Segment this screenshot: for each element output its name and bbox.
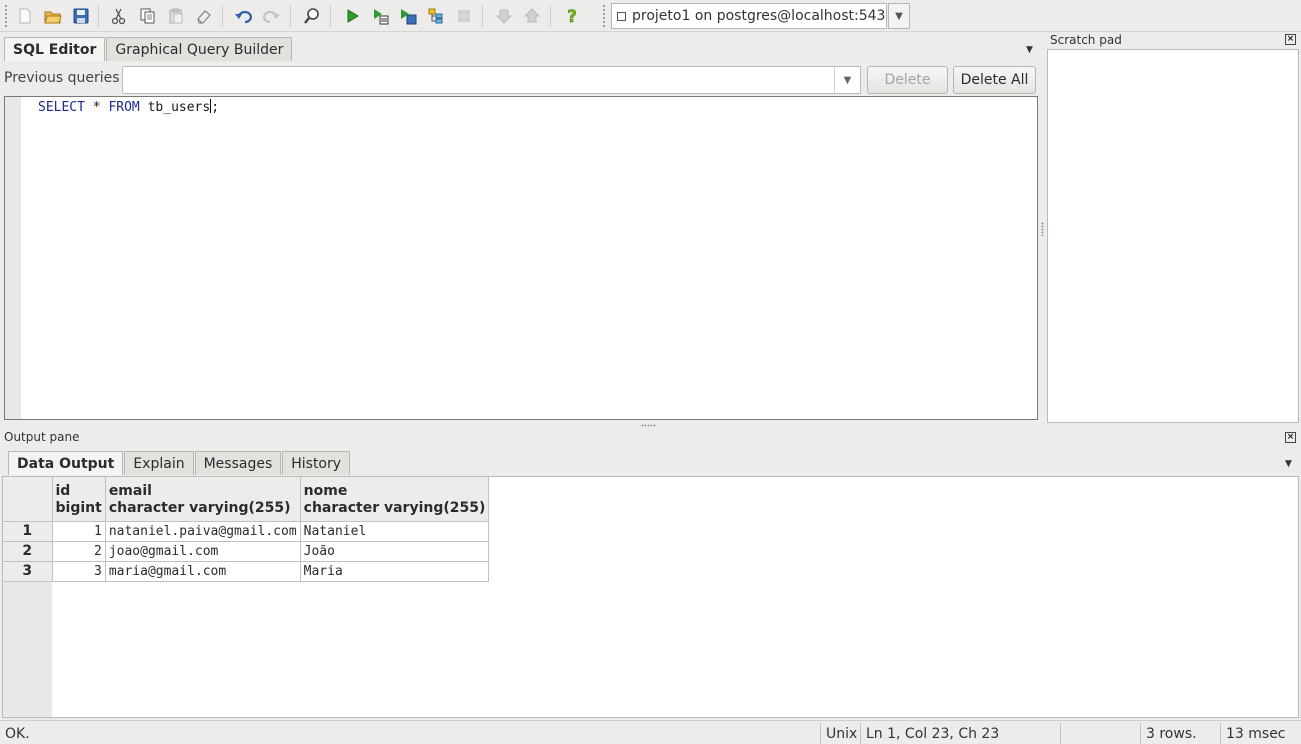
rollback-icon[interactable]	[521, 5, 543, 27]
cell-nome[interactable]: Maria	[300, 561, 490, 582]
editor-tabs: SQL Editor Graphical Query Builder	[4, 37, 293, 61]
cell-id[interactable]: 1	[52, 521, 106, 542]
table-row: 1 1 nataniel.paiva@gmail.com Nataniel	[3, 521, 490, 542]
vertical-splitter[interactable]	[1041, 222, 1044, 236]
copy-icon[interactable]	[137, 5, 159, 27]
row-number[interactable]: 1	[3, 521, 53, 542]
sql-token: *	[84, 100, 109, 115]
paste-icon[interactable]	[165, 5, 187, 27]
commit-icon[interactable]	[493, 5, 515, 27]
cell-nome[interactable]: Nataniel	[300, 521, 490, 542]
connection-dropdown-button[interactable]: ▼	[888, 3, 910, 29]
editor-tabs-menu-icon[interactable]: ▼	[1026, 45, 1033, 55]
result-table: id bigint email character varying(255) nom…	[3, 477, 490, 582]
cell-nome[interactable]: João	[300, 541, 490, 562]
connection-combobox[interactable]: projeto1 on postgres@localhost:5432	[611, 3, 887, 29]
sql-token: ;	[211, 100, 220, 115]
connection-label: projeto1 on postgres@localhost:5432	[632, 8, 887, 24]
cancel-query-icon[interactable]	[453, 5, 475, 27]
tab-sql-editor[interactable]: SQL Editor	[4, 37, 106, 61]
column-name: email	[108, 482, 152, 499]
sql-code-line[interactable]: SELECT * FROM tb_users;	[38, 99, 219, 115]
find-icon[interactable]	[301, 5, 323, 27]
cut-icon[interactable]	[108, 5, 130, 27]
table-header-row: id bigint email character varying(255) nom…	[3, 477, 490, 522]
scratch-pad-title: Scratch pad	[1050, 33, 1122, 47]
status-row-count: 3 rows.	[1140, 723, 1220, 744]
undo-icon[interactable]	[232, 5, 254, 27]
row-number[interactable]: 2	[3, 541, 53, 562]
column-name: id	[55, 482, 71, 499]
svg-text:?: ?	[567, 7, 577, 25]
column-name: nome	[303, 482, 348, 499]
data-output-grid: id bigint email character varying(255) nom…	[2, 476, 1299, 718]
cell-id[interactable]: 3	[52, 561, 106, 582]
output-pane-title: Output pane	[4, 430, 80, 444]
new-file-icon[interactable]	[14, 5, 36, 27]
tab-graphical-query-builder[interactable]: Graphical Query Builder	[106, 37, 293, 61]
editor-gutter	[5, 97, 21, 419]
tab-data-output[interactable]: Data Output	[8, 451, 124, 475]
toolbar-separator	[290, 5, 291, 27]
column-type: character varying(255)	[108, 499, 291, 516]
chevron-down-icon[interactable]: ▼	[834, 67, 860, 93]
cell-email[interactable]: maria@gmail.com	[105, 561, 301, 582]
toolbar-separator	[330, 5, 331, 27]
toolbar-separator	[550, 5, 551, 27]
open-file-icon[interactable]	[42, 5, 64, 27]
toolbar-separator	[482, 5, 483, 27]
status-line-ending: Unix	[820, 723, 860, 744]
delete-all-button[interactable]: Delete All	[953, 66, 1036, 94]
toolbar-grip[interactable]	[602, 4, 606, 28]
redo-icon[interactable]	[261, 5, 283, 27]
execute-query-icon[interactable]	[341, 5, 363, 27]
help-icon[interactable]: ?	[561, 5, 583, 27]
previous-queries-label: Previous queries	[4, 70, 120, 86]
close-icon[interactable]: ×	[1285, 432, 1296, 443]
row-number[interactable]: 3	[3, 561, 53, 582]
explain-query-icon[interactable]	[425, 5, 447, 27]
tab-explain[interactable]: Explain	[124, 451, 194, 475]
sql-editor[interactable]: SELECT * FROM tb_users;	[4, 96, 1038, 420]
status-empty	[1060, 723, 1140, 744]
output-tabs-menu-icon[interactable]: ▼	[1285, 459, 1292, 469]
delete-button[interactable]: Delete	[867, 66, 948, 94]
sql-keyword: FROM	[108, 100, 140, 115]
status-message: OK.	[5, 725, 30, 742]
column-header-id[interactable]: id bigint	[52, 477, 106, 522]
execute-pgscript-icon[interactable]	[369, 5, 391, 27]
chevron-down-icon: ▼	[895, 10, 903, 22]
column-header-email[interactable]: email character varying(255)	[105, 477, 301, 522]
close-icon[interactable]: ×	[1285, 34, 1296, 45]
main-toolbar: ? projeto1 on postgres@localhost:5432 ▼	[0, 0, 1301, 32]
grid-corner[interactable]	[3, 477, 53, 522]
sql-keyword: SELECT	[38, 100, 85, 115]
toolbar-grip[interactable]	[4, 4, 8, 28]
clear-icon[interactable]	[193, 5, 215, 27]
connection-status-icon	[617, 11, 626, 21]
table-row: 3 3 maria@gmail.com Maria	[3, 561, 490, 582]
column-header-nome[interactable]: nome character varying(255)	[300, 477, 490, 522]
output-tabs: Data Output Explain Messages History	[8, 451, 351, 475]
toolbar-separator	[222, 5, 223, 27]
column-type: character varying(255)	[303, 499, 486, 516]
horizontal-splitter[interactable]	[641, 424, 657, 427]
scratch-pad-textarea[interactable]	[1047, 49, 1299, 423]
toolbar-separator	[98, 5, 99, 27]
tab-history[interactable]: History	[282, 451, 351, 475]
status-bar: OK. Unix Ln 1, Col 23, Ch 23 3 rows. 13 …	[0, 720, 1301, 744]
execute-to-file-icon[interactable]	[397, 5, 419, 27]
table-row: 2 2 joao@gmail.com João	[3, 541, 490, 562]
cell-id[interactable]: 2	[52, 541, 106, 562]
cell-email[interactable]: nataniel.paiva@gmail.com	[105, 521, 301, 542]
column-type: bigint	[55, 499, 102, 516]
cell-email[interactable]: joao@gmail.com	[105, 541, 301, 562]
save-icon[interactable]	[70, 5, 92, 27]
status-exec-time: 13 msec	[1220, 723, 1301, 744]
previous-queries-combobox[interactable]: ▼	[122, 66, 861, 94]
status-cursor-position: Ln 1, Col 23, Ch 23	[860, 723, 1060, 744]
sql-token: tb_users	[139, 100, 211, 115]
tab-messages[interactable]: Messages	[194, 451, 282, 475]
